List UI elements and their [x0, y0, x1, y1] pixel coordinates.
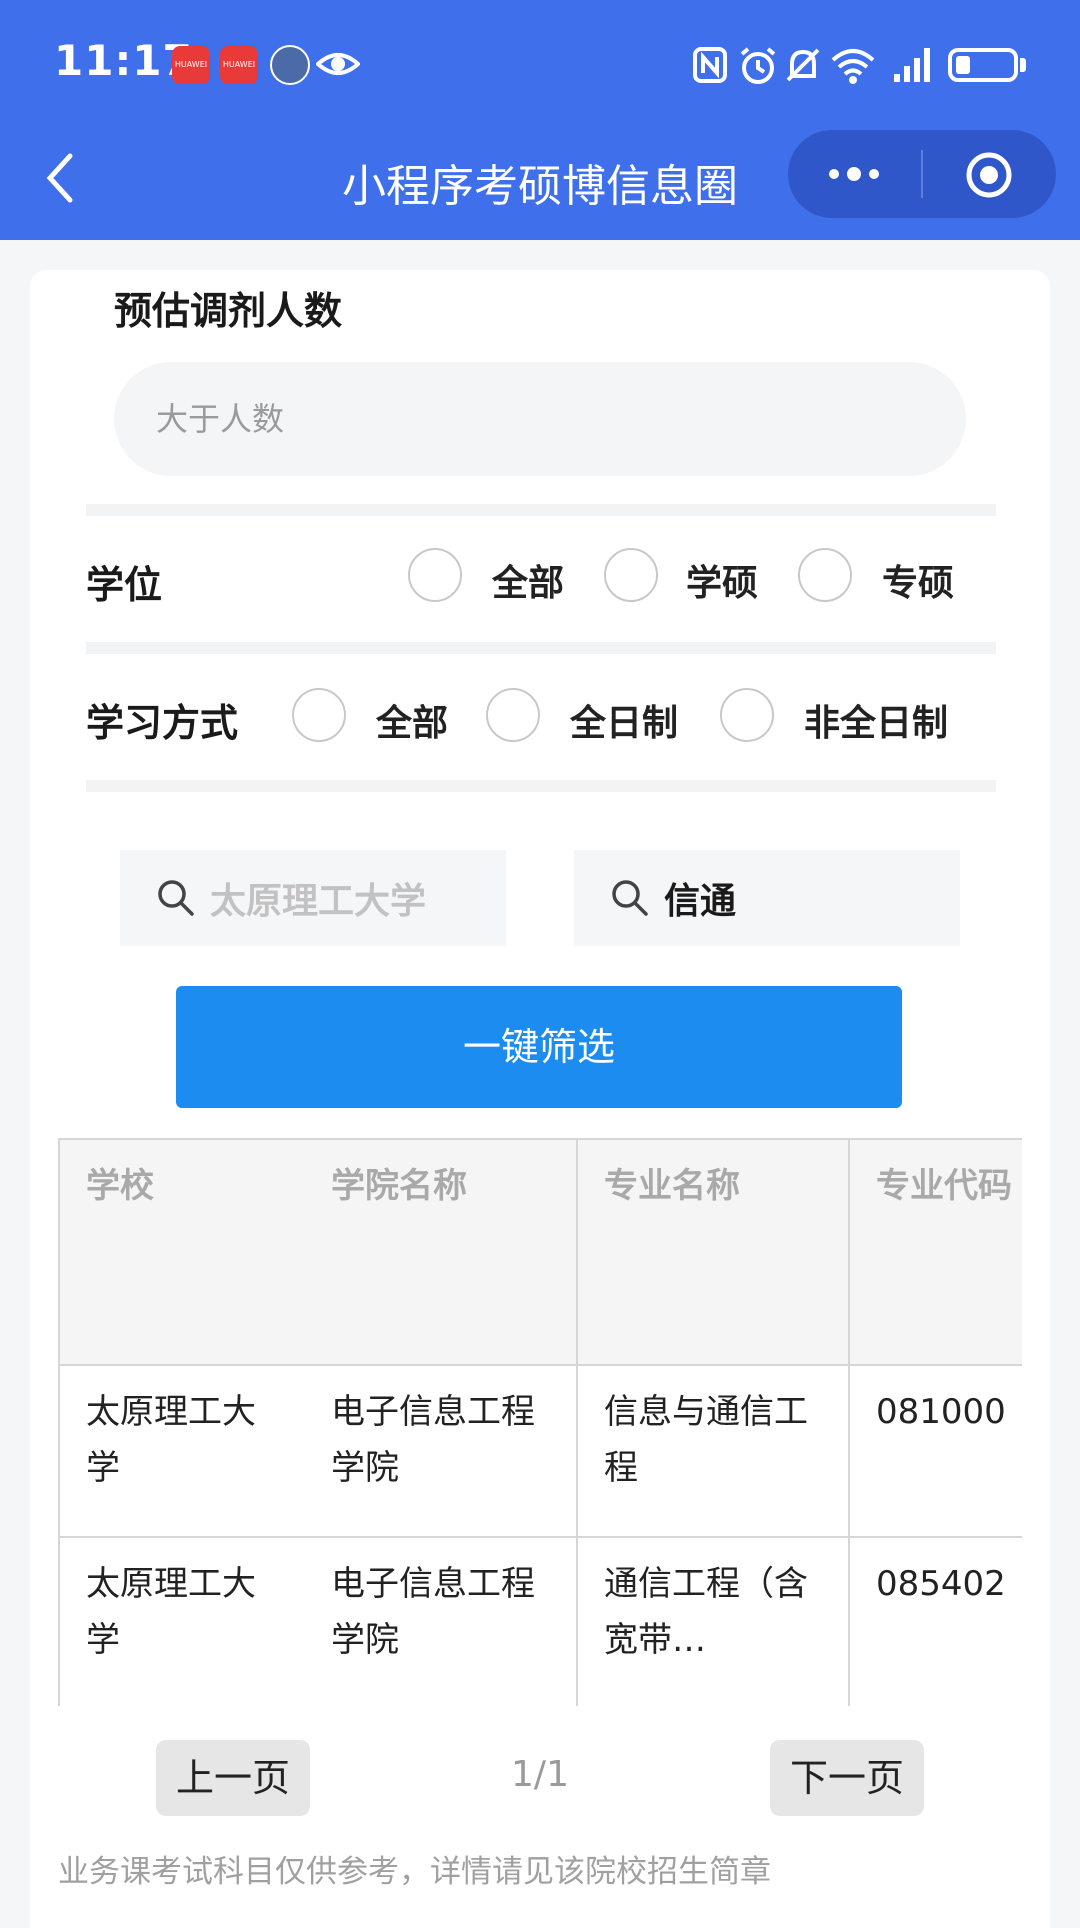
page-title: 小程序考硕博信息圈 — [342, 161, 738, 212]
cell-major-code: 085402 — [848, 1536, 1022, 1706]
footnote-text: 业务课考试科目仅供参考，详情请见该院校招生简章 — [58, 1854, 771, 1890]
huawei-app-icon: HUAWEI — [172, 46, 210, 84]
study-option-fulltime[interactable]: 全日制 — [570, 694, 678, 746]
degree-label: 学位 — [86, 563, 163, 607]
degree-radio-professional[interactable] — [798, 548, 852, 602]
filter-button[interactable]: 一键筛选 — [176, 986, 902, 1108]
nfc-icon — [693, 47, 727, 83]
app-header: 11:17 HUAWEI HUAWEI 小程序考硕博信息圈 — [0, 0, 1080, 240]
study-radio-all[interactable] — [292, 688, 346, 742]
table-row[interactable]: 太原理工大学 电子信息工程学院 信息与通信工程 081000 — [58, 1364, 1022, 1538]
header-school: 学校 — [58, 1138, 305, 1366]
cell-major-code: 081000 — [848, 1364, 1022, 1538]
back-arrow-icon[interactable] — [42, 150, 76, 206]
header-major-code: 专业代码 — [848, 1138, 1022, 1366]
major-search-value: 信通 — [664, 881, 737, 922]
mute-bell-icon — [786, 48, 820, 82]
capsule-divider — [921, 150, 923, 198]
cell-major: 通信工程（含宽带… — [576, 1536, 850, 1706]
alarm-icon — [740, 47, 776, 84]
study-mode-label: 学习方式 — [86, 701, 239, 745]
search-icon — [158, 880, 194, 916]
study-option-parttime[interactable]: 非全日制 — [804, 694, 948, 746]
wifi-icon — [831, 49, 875, 84]
close-target-icon[interactable] — [964, 150, 1014, 200]
school-search-placeholder: 太原理工大学 — [210, 881, 427, 922]
degree-radio-academic[interactable] — [604, 548, 658, 602]
filter-card: 预估调剂人数 学位 全部 学硕 专硕 学习方式 全部 全日制 非全日制 太原理工… — [30, 270, 1050, 1928]
count-label: 预估调剂人数 — [114, 289, 343, 333]
page-indicator: 1/1 — [511, 1754, 569, 1795]
avatar-icon — [270, 45, 310, 85]
degree-option-professional[interactable]: 专硕 — [882, 554, 954, 606]
study-radio-fulltime[interactable] — [486, 688, 540, 742]
battery-icon — [948, 48, 1018, 82]
cell-college: 电子信息工程学院 — [305, 1536, 578, 1706]
divider — [86, 780, 996, 792]
school-search-input[interactable]: 太原理工大学 — [120, 850, 506, 946]
status-bar: 11:17 HUAWEI HUAWEI — [0, 18, 1080, 106]
count-input[interactable] — [114, 362, 966, 476]
miniprogram-capsule — [788, 130, 1056, 218]
more-icon[interactable] — [824, 152, 884, 196]
study-option-all[interactable]: 全部 — [376, 694, 448, 746]
cell-college: 电子信息工程学院 — [305, 1364, 578, 1538]
degree-option-all[interactable]: 全部 — [492, 554, 564, 606]
cell-school: 太原理工大学 — [58, 1364, 305, 1538]
divider — [86, 642, 996, 654]
major-search-input[interactable]: 信通 — [574, 850, 960, 946]
degree-radio-all[interactable] — [408, 548, 462, 602]
cell-school: 太原理工大学 — [58, 1536, 305, 1706]
degree-option-academic[interactable]: 学硕 — [686, 554, 758, 606]
battery-tip — [1020, 58, 1026, 72]
signal-icon — [894, 48, 930, 82]
prev-page-button[interactable]: 上一页 — [156, 1740, 310, 1816]
study-radio-parttime[interactable] — [720, 688, 774, 742]
header-major: 专业名称 — [576, 1138, 850, 1366]
table-header-row: 学校 学院名称 专业名称 专业代码 — [58, 1138, 1022, 1366]
divider — [86, 504, 996, 516]
eye-icon — [316, 53, 360, 75]
huawei-app-icon: HUAWEI — [220, 46, 258, 84]
cell-major: 信息与通信工程 — [576, 1364, 850, 1538]
next-page-button[interactable]: 下一页 — [770, 1740, 924, 1816]
results-table: 学校 学院名称 专业名称 专业代码 太原理工大学 电子信息工程学院 信息与通信工… — [58, 1138, 1022, 1706]
header-college: 学院名称 — [305, 1138, 578, 1366]
table-row[interactable]: 太原理工大学 电子信息工程学院 通信工程（含宽带… 085402 — [58, 1536, 1022, 1706]
nav-bar: 小程序考硕博信息圈 — [0, 130, 1080, 230]
search-icon — [612, 880, 648, 916]
